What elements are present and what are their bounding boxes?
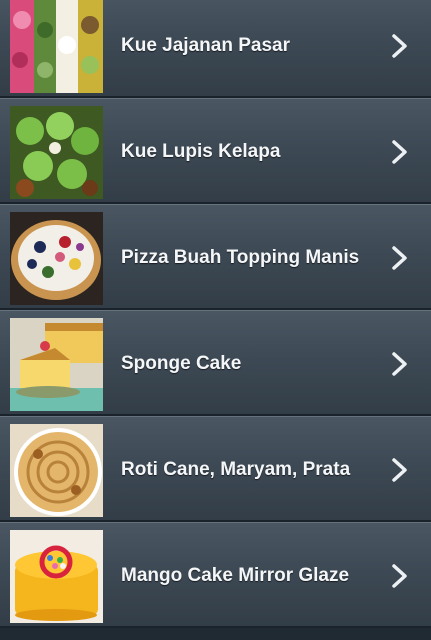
recipe-thumbnail [10, 106, 103, 199]
list-item[interactable]: Roti Cane, Maryam, Prata [0, 416, 431, 522]
recipe-title: Roti Cane, Maryam, Prata [121, 459, 351, 480]
list-item[interactable]: Sponge Cake [0, 310, 431, 416]
recipe-title: Kue Jajanan Pasar [121, 35, 290, 56]
chevron-right-icon [389, 563, 411, 589]
recipe-title: Kue Lupis Kelapa [121, 141, 281, 162]
recipe-thumbnail [10, 212, 103, 305]
chevron-right-icon [389, 139, 411, 165]
chevron-right-icon [389, 457, 411, 483]
recipe-thumbnail [10, 318, 103, 411]
recipe-title: Sponge Cake [121, 353, 242, 374]
chevron-right-icon [389, 351, 411, 377]
recipe-list: Kue Jajanan Pasar Kue Lupis Kelapa Pizza… [0, 0, 431, 628]
recipe-title: Pizza Buah Topping Manis [121, 247, 360, 268]
list-item[interactable]: Pizza Buah Topping Manis [0, 204, 431, 310]
chevron-right-icon [389, 33, 411, 59]
list-item[interactable]: Kue Lupis Kelapa [0, 98, 431, 204]
list-item[interactable]: Kue Jajanan Pasar [0, 0, 431, 98]
recipe-thumbnail [10, 0, 103, 93]
recipe-title: Mango Cake Mirror Glaze [121, 565, 350, 586]
chevron-right-icon [389, 245, 411, 271]
recipe-thumbnail [10, 424, 103, 517]
recipe-thumbnail [10, 530, 103, 623]
list-item[interactable]: Mango Cake Mirror Glaze [0, 522, 431, 628]
